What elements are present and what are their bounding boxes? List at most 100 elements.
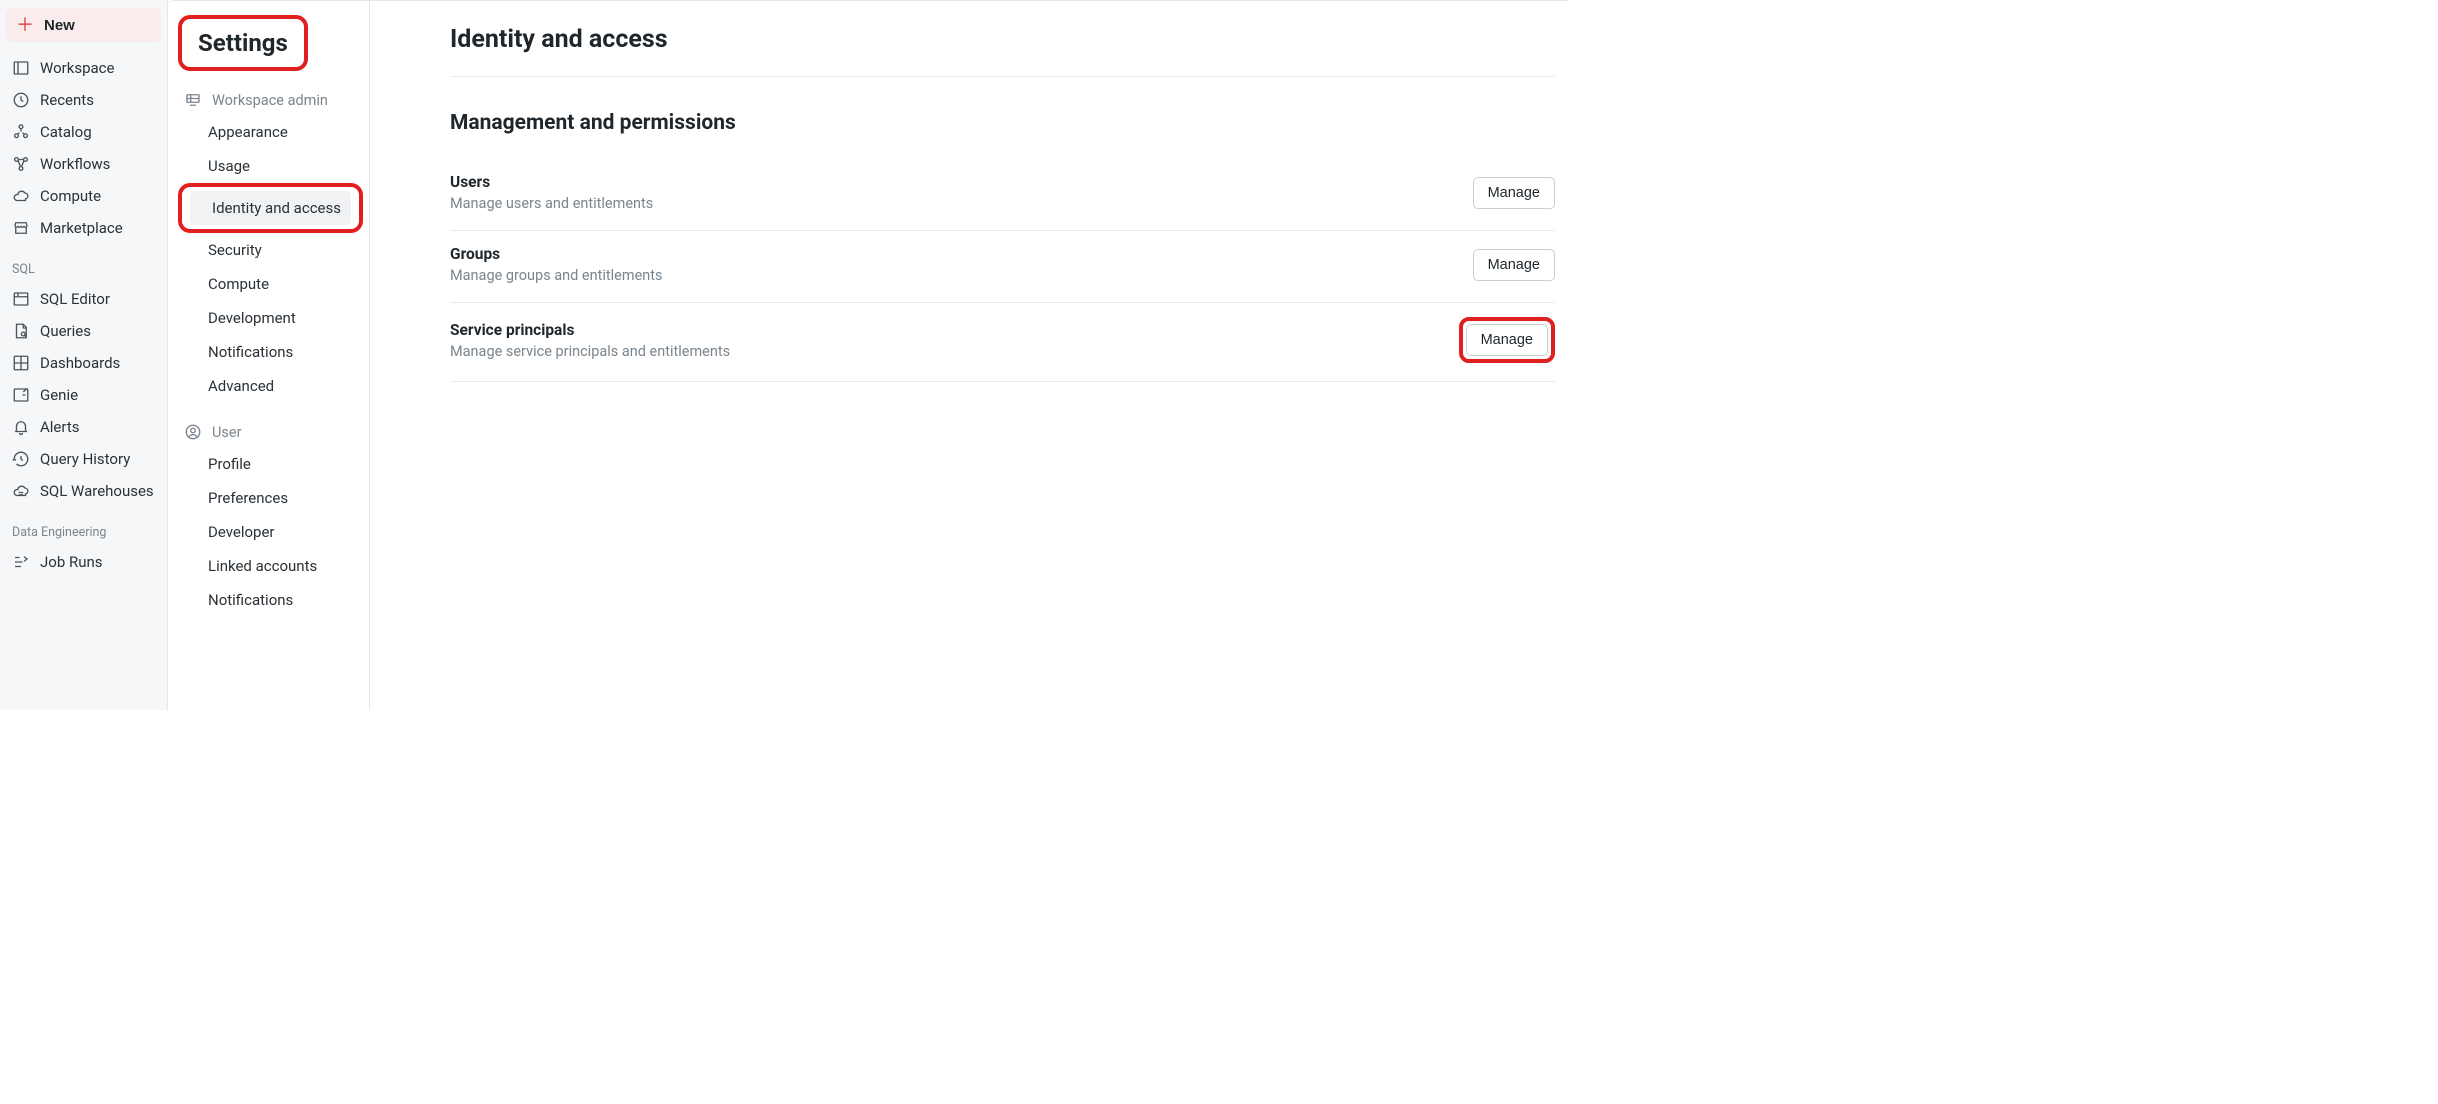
plus-icon: ＋ bbox=[16, 16, 34, 34]
sidebar-item-catalog[interactable]: Catalog bbox=[6, 116, 161, 148]
row-users: Users Manage users and entitlements Mana… bbox=[450, 159, 1555, 231]
sidebar-item-marketplace[interactable]: Marketplace bbox=[6, 212, 161, 244]
section-label-data-engineering: Data Engineering bbox=[6, 507, 161, 546]
sidebar-item-label: Queries bbox=[40, 322, 91, 340]
row-subtitle: Manage service principals and entitlemen… bbox=[450, 343, 730, 360]
section-label-sql: SQL bbox=[6, 244, 161, 283]
sidebar-item-label: Alerts bbox=[40, 418, 80, 436]
clock-icon bbox=[12, 91, 30, 109]
manage-users-button[interactable]: Manage bbox=[1473, 177, 1555, 209]
settings-item-profile[interactable]: Profile bbox=[178, 447, 363, 481]
manage-service-principals-button[interactable]: Manage bbox=[1466, 324, 1548, 356]
user-icon bbox=[184, 423, 202, 441]
row-service-principals: Service principals Manage service princi… bbox=[450, 303, 1555, 382]
sidebar-item-label: SQL Editor bbox=[40, 290, 110, 308]
workflows-icon bbox=[12, 155, 30, 173]
job-runs-icon bbox=[12, 553, 30, 571]
storefront-icon bbox=[12, 219, 30, 237]
settings-item-identity-and-access[interactable]: Identity and access bbox=[178, 183, 363, 233]
settings-item-notifications-user[interactable]: Notifications bbox=[178, 583, 363, 617]
workspace-icon bbox=[12, 59, 30, 77]
sidebar-item-sql-editor[interactable]: SQL Editor bbox=[6, 283, 161, 315]
settings-item-label: Notifications bbox=[208, 591, 293, 609]
sidebar-item-label: Query History bbox=[40, 450, 130, 468]
sidebar-item-sql-warehouses[interactable]: SQL Warehouses bbox=[6, 475, 161, 507]
sidebar-item-workflows[interactable]: Workflows bbox=[6, 148, 161, 180]
settings-item-label: Appearance bbox=[208, 123, 288, 141]
settings-group-user: User bbox=[178, 403, 363, 447]
settings-group-label: User bbox=[212, 424, 242, 441]
settings-title: Settings bbox=[190, 23, 296, 63]
sidebar-item-label: Job Runs bbox=[40, 553, 103, 571]
sidebar-item-genie[interactable]: Genie bbox=[6, 379, 161, 411]
settings-item-label: Advanced bbox=[208, 377, 274, 395]
cloud-icon bbox=[12, 187, 30, 205]
sidebar-item-workspace[interactable]: Workspace bbox=[6, 52, 161, 84]
settings-item-label: Preferences bbox=[208, 489, 288, 507]
sql-editor-icon bbox=[12, 290, 30, 308]
queries-icon bbox=[12, 322, 30, 340]
genie-icon bbox=[12, 386, 30, 404]
settings-group-workspace-admin: Workspace admin bbox=[178, 71, 363, 115]
settings-item-label: Compute bbox=[208, 275, 269, 293]
sidebar-item-job-runs[interactable]: Job Runs bbox=[6, 546, 161, 578]
warehouse-icon bbox=[12, 482, 30, 500]
sidebar-item-label: Dashboards bbox=[40, 354, 120, 372]
settings-item-development[interactable]: Development bbox=[178, 301, 363, 335]
sidebar-item-alerts[interactable]: Alerts bbox=[6, 411, 161, 443]
page-title: Identity and access bbox=[450, 25, 1555, 54]
annotation-highlight: Identity and access bbox=[178, 183, 363, 233]
dashboard-icon bbox=[12, 354, 30, 372]
settings-item-usage[interactable]: Usage bbox=[178, 149, 363, 183]
sidebar-item-label: Recents bbox=[40, 91, 94, 109]
new-button[interactable]: ＋ New bbox=[6, 8, 161, 42]
settings-item-linked-accounts[interactable]: Linked accounts bbox=[178, 549, 363, 583]
bell-icon bbox=[12, 418, 30, 436]
settings-item-label: Profile bbox=[208, 455, 251, 473]
row-subtitle: Manage users and entitlements bbox=[450, 195, 653, 212]
settings-item-label: Development bbox=[208, 309, 296, 327]
settings-item-preferences[interactable]: Preferences bbox=[178, 481, 363, 515]
settings-group-label: Workspace admin bbox=[212, 92, 328, 109]
settings-item-security[interactable]: Security bbox=[178, 233, 363, 267]
row-title: Users bbox=[450, 173, 653, 191]
settings-item-label: Linked accounts bbox=[208, 557, 317, 575]
settings-item-label: Usage bbox=[208, 157, 250, 175]
settings-item-appearance[interactable]: Appearance bbox=[178, 115, 363, 149]
sidebar-item-recents[interactable]: Recents bbox=[6, 84, 161, 116]
catalog-icon bbox=[12, 123, 30, 141]
sidebar-item-label: Genie bbox=[40, 386, 78, 404]
main-content: Identity and access Management and permi… bbox=[370, 0, 1569, 710]
sidebar-item-dashboards[interactable]: Dashboards bbox=[6, 347, 161, 379]
sidebar-item-compute[interactable]: Compute bbox=[6, 180, 161, 212]
row-groups: Groups Manage groups and entitlements Ma… bbox=[450, 231, 1555, 303]
sidebar-item-label: SQL Warehouses bbox=[40, 482, 154, 500]
row-title: Groups bbox=[450, 245, 663, 263]
settings-item-compute[interactable]: Compute bbox=[178, 267, 363, 301]
row-subtitle: Manage groups and entitlements bbox=[450, 267, 663, 284]
history-icon bbox=[12, 450, 30, 468]
sidebar-item-query-history[interactable]: Query History bbox=[6, 443, 161, 475]
settings-item-label: Developer bbox=[208, 523, 275, 541]
new-button-label: New bbox=[44, 17, 75, 34]
section-title: Management and permissions bbox=[450, 111, 1555, 135]
annotation-highlight: Manage bbox=[1459, 317, 1555, 363]
sidebar-item-label: Marketplace bbox=[40, 219, 123, 237]
settings-item-advanced[interactable]: Advanced bbox=[178, 369, 363, 403]
divider bbox=[450, 76, 1555, 77]
sidebar-item-label: Compute bbox=[40, 187, 101, 205]
settings-item-label: Identity and access bbox=[190, 191, 351, 225]
primary-sidebar: ＋ New Workspace Recents Catalog Workfl bbox=[0, 0, 168, 710]
sidebar-item-label: Workspace bbox=[40, 59, 114, 77]
settings-sidebar: Settings Workspace admin Appearance Usag… bbox=[168, 0, 370, 710]
settings-item-label: Notifications bbox=[208, 343, 293, 361]
sidebar-item-label: Catalog bbox=[40, 123, 92, 141]
settings-item-notifications[interactable]: Notifications bbox=[178, 335, 363, 369]
annotation-highlight: Settings bbox=[178, 15, 308, 71]
manage-groups-button[interactable]: Manage bbox=[1473, 249, 1555, 281]
admin-icon bbox=[184, 91, 202, 109]
sidebar-item-label: Workflows bbox=[40, 155, 110, 173]
sidebar-item-queries[interactable]: Queries bbox=[6, 315, 161, 347]
settings-item-developer[interactable]: Developer bbox=[178, 515, 363, 549]
row-title: Service principals bbox=[450, 321, 730, 339]
